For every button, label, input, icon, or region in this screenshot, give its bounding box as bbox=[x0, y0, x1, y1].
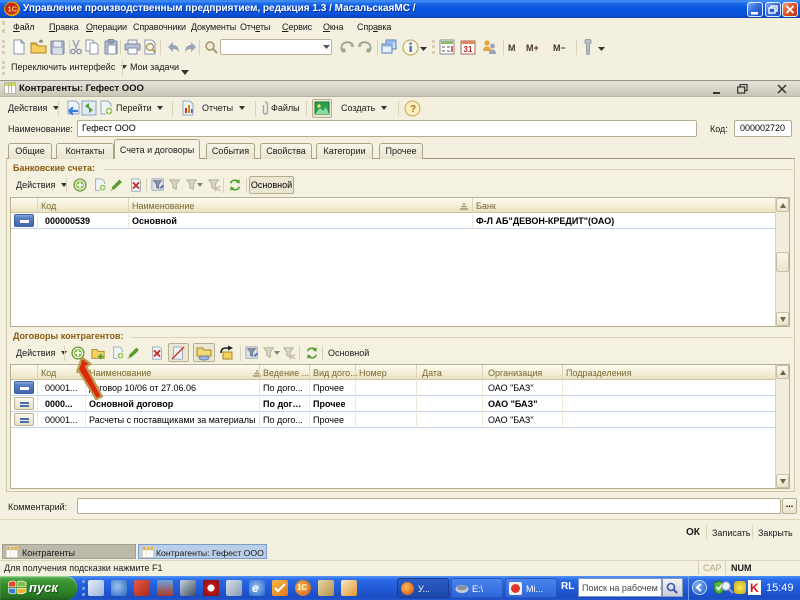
svg-text:1С: 1С bbox=[8, 5, 18, 14]
svg-text:?: ? bbox=[410, 104, 416, 115]
svg-text:31: 31 bbox=[464, 45, 473, 54]
